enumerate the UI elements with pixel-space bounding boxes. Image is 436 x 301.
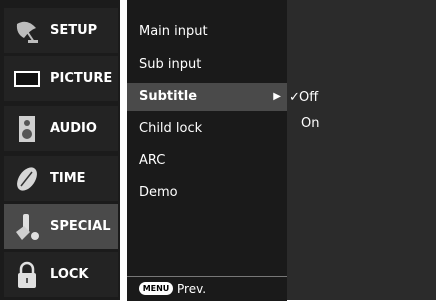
tab-lock[interactable]: LOCK [4, 252, 118, 297]
menu-item-child-lock[interactable]: Child lock [127, 115, 287, 143]
menu-item-label: Main input [139, 24, 208, 39]
menu-item-label: Sub input [139, 57, 202, 72]
tab-picture[interactable]: PICTURE [4, 56, 118, 101]
menu-item-main-input[interactable]: Main input [127, 18, 287, 46]
menu-item-label: Child lock [139, 121, 203, 136]
subtitle-options: ✓ Off On [287, 0, 436, 300]
tv-screen-icon [14, 71, 40, 87]
speaker-icon [19, 116, 35, 142]
tab-time[interactable]: TIME [4, 156, 118, 201]
menu-item-sub-input[interactable]: Sub input [127, 51, 287, 79]
tab-picture-label: PICTURE [50, 71, 113, 86]
menu-key-icon[interactable]: MENU [139, 282, 173, 295]
menu-item-demo[interactable]: Demo [127, 179, 287, 207]
clock-leaf-icon [17, 167, 37, 191]
tab-special[interactable]: SPECIAL [4, 204, 118, 249]
menu-item-arc[interactable]: ARC [127, 147, 287, 175]
tab-lock-label: LOCK [50, 267, 89, 282]
right-arrow-icon: ▶ [273, 91, 281, 102]
prev-label: Prev. [177, 282, 207, 296]
option-label: On [301, 116, 320, 131]
special-menu-list: Main input Sub input Subtitle ▶ Child lo… [127, 0, 287, 300]
tab-time-label: TIME [50, 171, 86, 186]
tab-audio-label: AUDIO [50, 121, 97, 136]
wrench-tools-icon [16, 214, 39, 240]
tab-audio[interactable]: AUDIO [4, 106, 118, 151]
tab-special-label: SPECIAL [50, 219, 111, 234]
tab-setup-label: SETUP [50, 23, 98, 38]
satellite-dish-icon [16, 21, 38, 43]
tab-setup[interactable]: SETUP [4, 8, 118, 53]
menu-footer: MENU Prev. [127, 276, 287, 301]
option-label: Off [299, 90, 319, 105]
menu-item-label: Demo [139, 185, 178, 200]
menu-item-subtitle[interactable]: Subtitle ▶ [127, 83, 287, 111]
menu-item-label: Subtitle [139, 89, 198, 104]
padlock-icon [18, 261, 36, 288]
special-menu-screen: SETUP PICTURE AUDIO TIME SPECIAL LOCK Ma… [0, 0, 436, 301]
option-on[interactable]: On [301, 116, 319, 132]
menu-item-label: ARC [139, 153, 166, 168]
menu-tabs: SETUP PICTURE AUDIO TIME SPECIAL LOCK [0, 0, 120, 300]
